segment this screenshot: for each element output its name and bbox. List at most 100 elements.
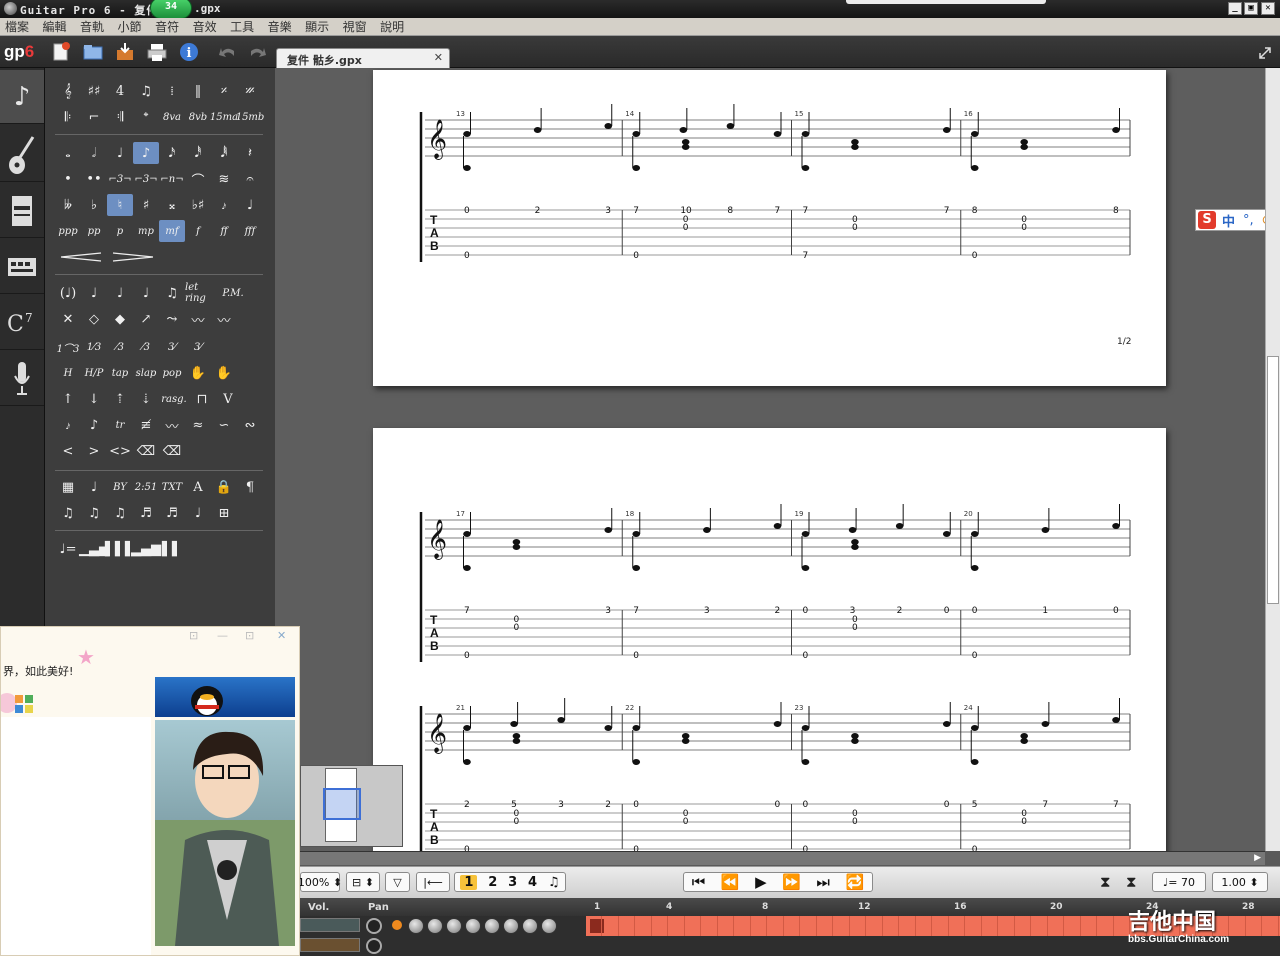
tap-technique[interactable]: tap xyxy=(107,362,133,384)
menu-edit[interactable]: 編輯 xyxy=(38,18,72,35)
time-signature-icon[interactable]: 4 xyxy=(107,80,133,102)
beam-group-icon[interactable]: ♬ xyxy=(133,502,159,524)
rest-icon[interactable]: 𝄽 xyxy=(237,142,263,164)
double-dotted-icon[interactable]: •• xyxy=(81,168,107,190)
tab-fret[interactable]: 7 xyxy=(775,206,781,216)
ime-punct-icon[interactable]: °, xyxy=(1243,213,1254,228)
lock-icon[interactable]: 🔒 xyxy=(211,476,237,498)
timeline-bar-cell[interactable] xyxy=(685,916,701,936)
note-head[interactable] xyxy=(632,565,641,571)
menu-music[interactable]: 音樂 xyxy=(263,18,297,35)
coda-icon[interactable]: 𝄌 xyxy=(133,106,159,128)
tab-fret[interactable]: 0 xyxy=(972,251,978,261)
note-head[interactable] xyxy=(632,725,641,731)
ottava-8vb[interactable]: 8vb xyxy=(185,106,211,128)
staccato-icon[interactable]: ♩ xyxy=(133,282,159,304)
pan-knob[interactable] xyxy=(366,918,382,934)
repeat-open-icon[interactable]: 𝄆 xyxy=(55,106,81,128)
open-file-icon[interactable] xyxy=(82,41,104,63)
menu-tools[interactable]: 工具 xyxy=(225,18,259,35)
fermata-icon[interactable]: 𝄐 xyxy=(237,168,263,190)
note-head[interactable] xyxy=(801,131,810,137)
timeline-bar-cell[interactable] xyxy=(751,916,767,936)
tremolo-icon[interactable]: ≢ xyxy=(133,414,159,436)
note-head[interactable] xyxy=(851,544,859,550)
chat-maximize-icon[interactable]: ⊡ xyxy=(245,629,254,642)
timeline-bar-cell[interactable] xyxy=(867,916,883,936)
tab-fret[interactable]: 3 xyxy=(558,800,564,810)
expand-icon[interactable] xyxy=(1254,42,1276,64)
microphone-tab-icon[interactable] xyxy=(0,352,44,406)
effect-knob[interactable] xyxy=(446,918,462,934)
tab-fret[interactable]: 0 xyxy=(464,251,470,261)
guitar-tab-icon[interactable] xyxy=(0,128,44,182)
mixer-tab-icon[interactable] xyxy=(0,184,44,238)
horizontal-scrollbar[interactable]: ▶ xyxy=(300,851,1265,865)
timeline-bar-cell[interactable] xyxy=(1098,916,1114,936)
note-head[interactable] xyxy=(1020,144,1028,150)
tab-fret[interactable]: 1 xyxy=(1042,606,1048,616)
ime-mode[interactable]: 中 xyxy=(1222,211,1235,230)
turn-icon[interactable]: ∽ xyxy=(211,414,237,436)
note-head[interactable] xyxy=(1041,721,1050,727)
menu-bar-measure[interactable]: 小節 xyxy=(113,18,147,35)
tremolo-bar-icon[interactable]: 〰 xyxy=(159,414,185,436)
tab-fret[interactable]: 7 xyxy=(944,206,950,216)
dynamic-fff[interactable]: fff xyxy=(237,220,263,242)
note-head[interactable] xyxy=(463,531,471,537)
right-hand-icon[interactable]: ✋ xyxy=(211,362,237,384)
pop-technique[interactable]: pop xyxy=(159,362,185,384)
harmonic-icon[interactable]: ◇ xyxy=(81,308,107,330)
flat-icon[interactable]: ♭ xyxy=(81,194,107,216)
quarter-note-icon[interactable]: ♩ xyxy=(107,142,133,164)
timeline-bar-cell[interactable] xyxy=(883,916,899,936)
stem-direction-icon[interactable]: ♩ xyxy=(185,502,211,524)
tab-fret[interactable]: 0 xyxy=(1021,223,1027,233)
arpeggio-down-icon[interactable]: ⇣ xyxy=(133,388,159,410)
note-head[interactable] xyxy=(801,565,810,571)
maximize-button[interactable]: ▣ xyxy=(1244,2,1258,15)
dynamic-ppp[interactable]: ppp xyxy=(55,220,81,242)
eraser-add-icon[interactable]: ⌫ xyxy=(159,440,185,462)
select-tool-icon[interactable]: |⟵ xyxy=(416,872,450,892)
let-ring[interactable]: let ring xyxy=(185,282,215,304)
tab-fret[interactable]: 0 xyxy=(633,800,639,810)
note-head[interactable] xyxy=(1112,717,1120,723)
tab-fret[interactable]: 0 xyxy=(683,817,689,827)
note-head[interactable] xyxy=(851,738,859,744)
fast-forward-icon[interactable]: ⏩ xyxy=(782,873,801,891)
minimize-button[interactable]: _ xyxy=(1228,2,1242,15)
note-head[interactable] xyxy=(463,759,471,765)
voice-4[interactable]: 4 xyxy=(528,875,537,890)
timeline-bar-cell[interactable] xyxy=(966,916,982,936)
note-head[interactable] xyxy=(1112,127,1120,133)
tab-fret[interactable]: 0 xyxy=(852,817,858,827)
natural-icon[interactable]: ♮ xyxy=(107,194,133,216)
note-head[interactable] xyxy=(604,527,613,533)
new-file-icon[interactable] xyxy=(50,41,72,63)
effect-knob[interactable] xyxy=(484,918,500,934)
volume-bars-icon[interactable]: ▂▄▆ xyxy=(131,538,161,560)
document-tab[interactable]: 复件 骷乡.gpx ✕ xyxy=(276,48,450,69)
repeat-close-icon[interactable]: 𝄇 xyxy=(107,106,133,128)
volume-swell-icon[interactable]: <> xyxy=(107,440,133,462)
score-system[interactable]: 𝄞TAB212 5 3 2000220 0000230 0000245 7 7000 xyxy=(419,698,1131,851)
tied-note-icon[interactable]: ♫ xyxy=(159,282,185,304)
voice-1[interactable]: 1 xyxy=(460,874,478,890)
tab-fret[interactable]: 0 xyxy=(1113,606,1119,616)
text-txt[interactable]: TXT xyxy=(159,476,185,498)
artificial-harmonic-icon[interactable]: ◆ xyxy=(107,308,133,330)
auto-beam-icon[interactable]: ♫ xyxy=(55,502,81,524)
rasgueado[interactable]: rasg. xyxy=(159,388,189,410)
note-head[interactable] xyxy=(942,127,951,133)
tab-fret[interactable]: 0 xyxy=(972,651,978,661)
voice-3[interactable]: 3 xyxy=(508,875,517,890)
timeline-bar-cell[interactable] xyxy=(718,916,734,936)
layout-select[interactable]: ⊟ ⬍ xyxy=(346,872,380,892)
tab-fret[interactable]: 7 xyxy=(803,206,809,216)
tab-fret[interactable]: 2 xyxy=(897,606,903,616)
note-head[interactable] xyxy=(773,523,782,529)
effect-knob[interactable] xyxy=(503,918,519,934)
triplet-icon[interactable]: ⌐3¬ xyxy=(107,168,133,190)
note-head[interactable] xyxy=(463,131,471,137)
